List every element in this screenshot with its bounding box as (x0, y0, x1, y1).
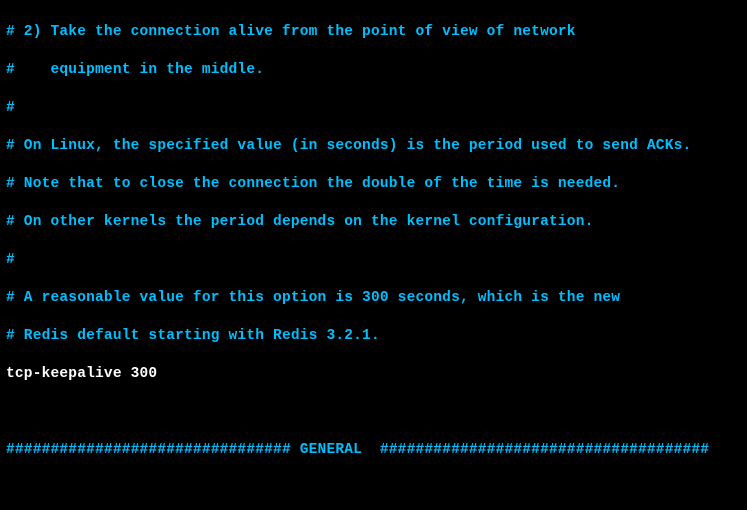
comment-line: # A reasonable value for this option is … (6, 289, 741, 308)
config-directive-tcp-keepalive: tcp-keepalive 300 (6, 365, 741, 384)
terminal-editor[interactable]: # 2) Take the connection alive from the … (0, 0, 747, 510)
comment-line: # equipment in the middle. (6, 61, 741, 80)
comment-line: # Note that to close the connection the … (6, 175, 741, 194)
comment-line: # On other kernels the period depends on… (6, 213, 741, 232)
comment-line: # (6, 251, 741, 270)
blank-line (6, 479, 741, 498)
section-header-general: ################################ GENERAL… (6, 441, 741, 460)
comment-line: # (6, 99, 741, 118)
blank-line (6, 403, 741, 422)
comment-line: # 2) Take the connection alive from the … (6, 23, 741, 42)
comment-line: # Redis default starting with Redis 3.2.… (6, 327, 741, 346)
comment-line: # On Linux, the specified value (in seco… (6, 137, 741, 156)
